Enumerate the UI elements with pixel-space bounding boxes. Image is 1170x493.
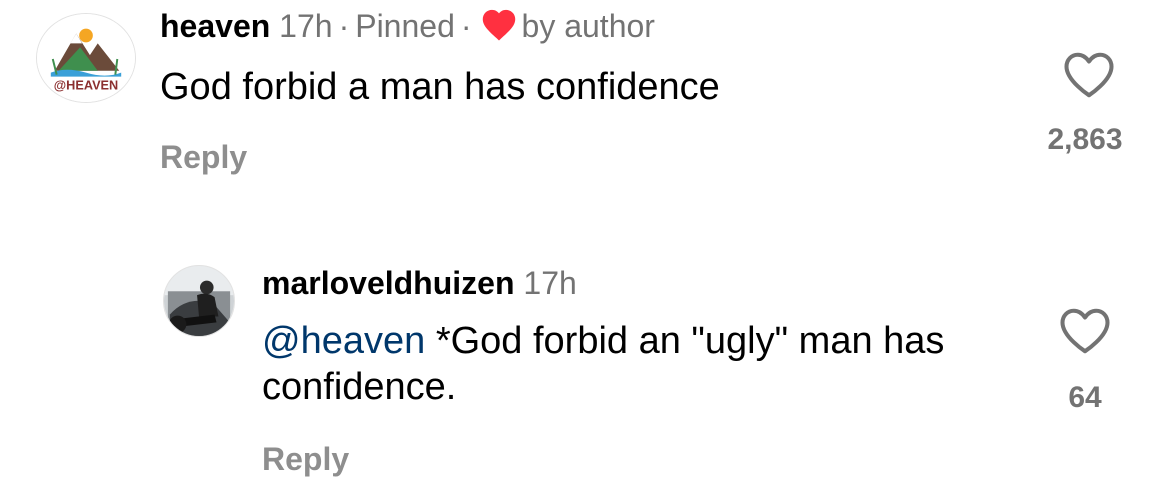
comment-2: marloveldhuizen 17h @heaven *God forbid … (0, 230, 1170, 493)
username[interactable]: heaven (160, 8, 270, 44)
timestamp: 17h (523, 265, 577, 301)
like-count: 2,863 (1047, 123, 1123, 156)
heaven-logo-text: @HEAVEN (54, 77, 118, 92)
username[interactable]: marloveldhuizen (262, 265, 515, 301)
like-button[interactable] (1058, 306, 1112, 356)
mention-link[interactable]: @heaven (262, 320, 425, 362)
liked-by-author-label: by author (521, 8, 655, 44)
timestamp: 17h (279, 8, 333, 44)
heaven-logo-icon: @HEAVEN (37, 14, 135, 102)
comment-meta: marloveldhuizen 17h (262, 264, 577, 302)
author-heart-icon (480, 8, 518, 42)
comment-meta: heaven 17h · Pinned · by author (160, 7, 655, 45)
like-button[interactable] (1062, 50, 1116, 100)
comment-text: @heaven *God forbid an "ugly" man has co… (262, 318, 1022, 410)
separator-dot: · (338, 8, 350, 44)
avatar[interactable]: @HEAVEN (36, 13, 136, 103)
like-count: 64 (1068, 381, 1102, 414)
heart-outline-icon (1060, 308, 1110, 354)
comment-text: God forbid a man has confidence (160, 66, 720, 108)
pinned-label: Pinned (355, 8, 455, 44)
reply-button[interactable]: Reply (262, 440, 349, 478)
reply-button[interactable]: Reply (160, 138, 247, 176)
avatar[interactable] (163, 265, 235, 337)
heart-outline-icon (1064, 52, 1114, 98)
comment-1: @HEAVEN heaven 17h · Pinned · by author God … (0, 0, 1170, 220)
separator-dot: · (460, 8, 472, 44)
user-photo-icon (164, 266, 234, 336)
